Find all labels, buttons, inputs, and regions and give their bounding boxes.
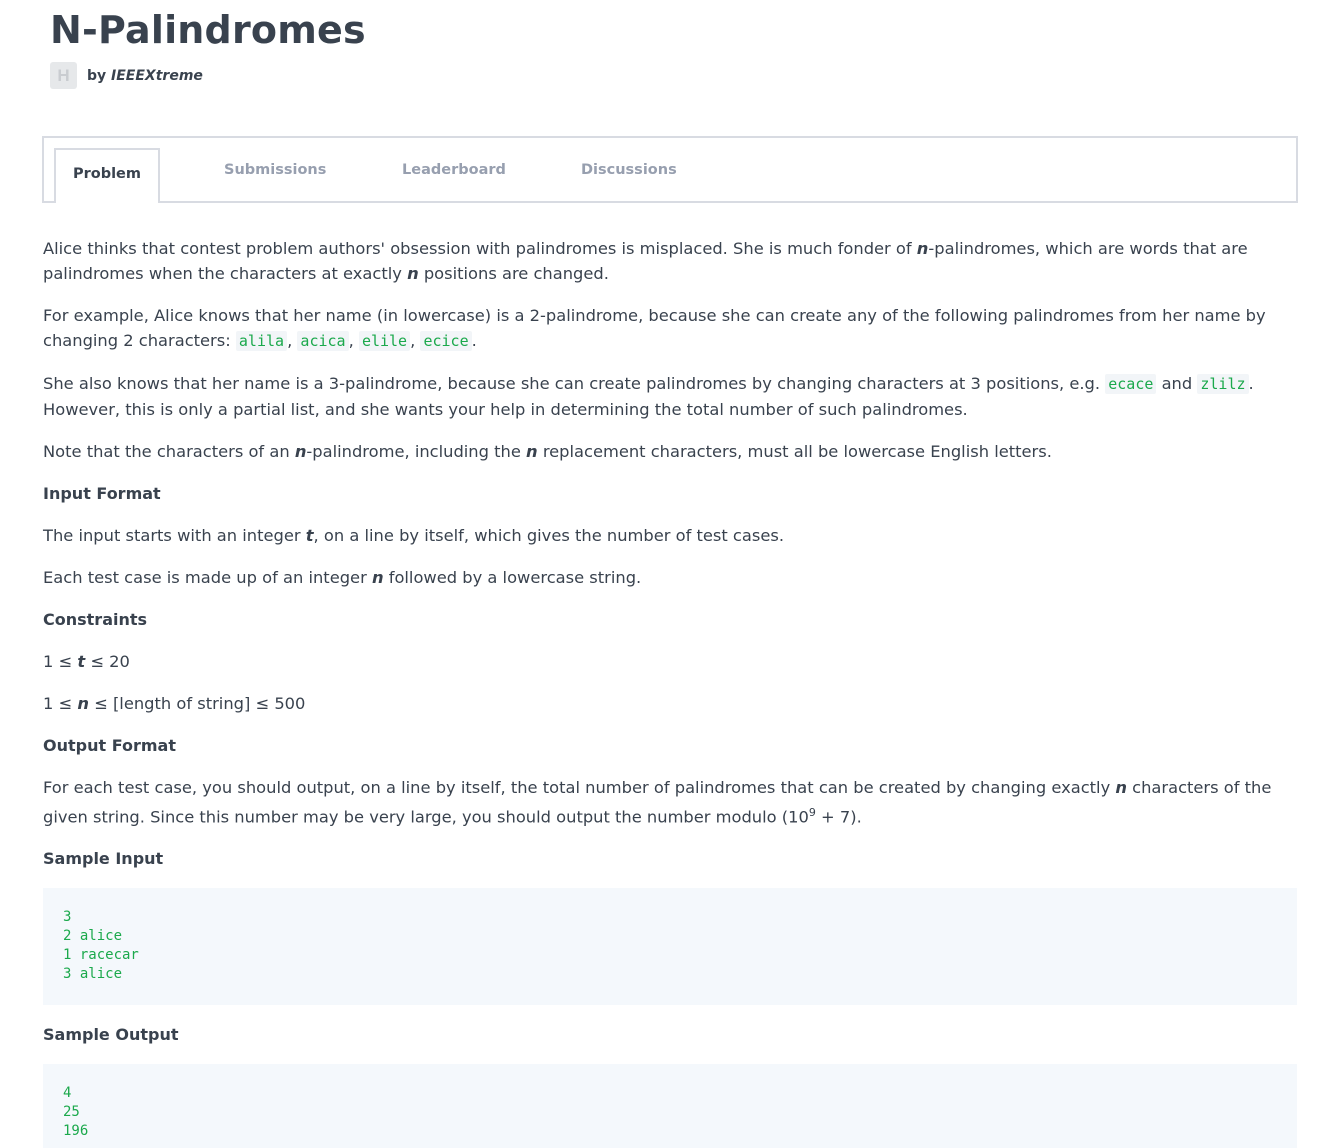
input-paragraph-1: The input starts with an integer t, on a… xyxy=(43,526,785,545)
tab-problem[interactable]: Problem xyxy=(54,148,160,203)
constraint-n: 1 ≤ n ≤ [length of string] ≤ 500 xyxy=(43,694,306,713)
inline-code: alila xyxy=(235,331,288,351)
input-paragraph-2: Each test case is made up of an integer … xyxy=(43,568,642,587)
output-format-heading: Output Format xyxy=(43,736,176,755)
tab-submissions[interactable]: Submissions xyxy=(224,162,326,178)
constraints-heading: Constraints xyxy=(43,610,148,629)
author-line: H by IEEEXtreme xyxy=(50,62,203,89)
paragraph-intro: Alice thinks that contest problem author… xyxy=(43,239,1248,283)
tab-discussions[interactable]: Discussions xyxy=(581,162,677,178)
output-paragraph: For each test case, you should output, o… xyxy=(43,778,1272,827)
inline-code: elile xyxy=(358,331,411,351)
author-avatar[interactable]: H xyxy=(50,62,77,89)
paragraph-3-palindrome: She also knows that her name is a 3-pali… xyxy=(43,374,1254,419)
sample-input-block[interactable]: 3 2 alice 1 racecar 3 alice xyxy=(43,888,1297,1006)
constraint-t: 1 ≤ t ≤ 20 xyxy=(43,652,130,671)
sample-output-block[interactable]: 4 25 196 xyxy=(43,1064,1297,1148)
author-text: by IEEEXtreme xyxy=(87,68,203,84)
page-title: N-Palindromes xyxy=(50,8,366,52)
inline-code: acica xyxy=(297,331,349,351)
inline-code: ecace xyxy=(1105,374,1157,394)
tab-bar: Problem Submissions Leaderboard Discussi… xyxy=(42,136,1298,203)
problem-statement: Alice thinks that contest problem author… xyxy=(43,236,1297,1148)
paragraph-note: Note that the characters of an n-palindr… xyxy=(43,442,1052,461)
sample-input-heading: Sample Input xyxy=(43,849,164,869)
by-label: by xyxy=(87,67,107,84)
inline-code: zlilz xyxy=(1197,374,1249,394)
inline-code: ecice xyxy=(420,331,472,351)
author-link[interactable]: IEEEXtreme xyxy=(111,68,203,84)
tab-leaderboard[interactable]: Leaderboard xyxy=(402,162,506,178)
sample-output-heading: Sample Output xyxy=(43,1025,179,1045)
paragraph-example: For example, Alice knows that her name (… xyxy=(43,306,1266,351)
input-format-heading: Input Format xyxy=(43,484,161,503)
